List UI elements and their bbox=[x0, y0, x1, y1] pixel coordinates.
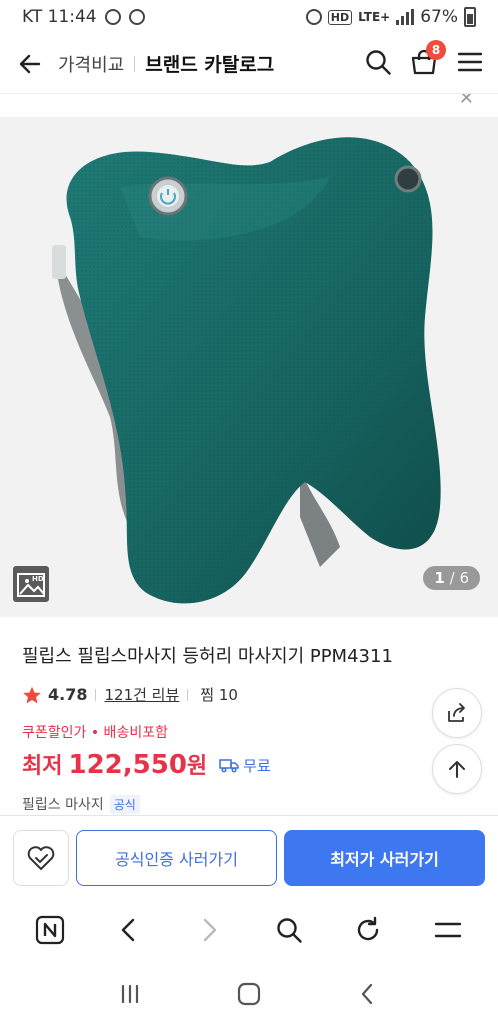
purchase-action-bar: 공식인증 사러가기 최저가 사러가기 bbox=[0, 815, 498, 897]
system-back-button[interactable] bbox=[348, 974, 388, 1014]
product-image-carousel[interactable]: HD 1 / 6 bbox=[0, 117, 498, 617]
rating-score: 4.78 bbox=[48, 685, 88, 704]
browser-back-button[interactable] bbox=[107, 908, 151, 952]
signal-icon bbox=[396, 9, 415, 25]
naver-home-button[interactable] bbox=[28, 908, 72, 952]
price-label: 최저 bbox=[22, 754, 63, 779]
system-nav-bar bbox=[0, 963, 498, 1024]
product-image bbox=[52, 137, 441, 604]
hd-image-icon: HD bbox=[17, 573, 45, 597]
shipping-fee: 무료 bbox=[243, 756, 271, 775]
store-name: 필립스 마사지 bbox=[22, 797, 104, 813]
network-type: LTE+ bbox=[358, 10, 391, 24]
back-chevron-icon bbox=[362, 983, 373, 1004]
heart-check-icon bbox=[27, 846, 55, 870]
home-button[interactable] bbox=[229, 974, 269, 1014]
recent-apps-button[interactable] bbox=[110, 974, 150, 1014]
refresh-icon bbox=[358, 916, 379, 941]
search-icon bbox=[366, 49, 391, 75]
wishlist-count: 찜 10 bbox=[200, 686, 238, 704]
status-bar: KT 11:44 HD LTE+ 67% bbox=[0, 0, 498, 34]
official-buy-button[interactable]: 공식인증 사러가기 bbox=[76, 830, 277, 886]
search-icon bbox=[277, 918, 302, 943]
cart-count-badge: 8 bbox=[426, 39, 446, 60]
lowest-price: 122,550 bbox=[68, 750, 187, 780]
recent-apps-icon bbox=[121, 984, 138, 1003]
browser-toolbar bbox=[0, 897, 498, 963]
image-pager: 1 / 6 bbox=[423, 566, 480, 590]
back-arrow-icon bbox=[19, 54, 41, 73]
browser-refresh-button[interactable] bbox=[346, 908, 390, 952]
price-compare-link[interactable]: 가격비교 bbox=[58, 51, 124, 77]
scroll-top-button[interactable] bbox=[432, 744, 482, 794]
timer-icon bbox=[128, 9, 145, 25]
share-button[interactable] bbox=[432, 688, 482, 738]
pager-total: / 6 bbox=[449, 569, 469, 587]
hamburger-menu-icon bbox=[434, 922, 462, 938]
back-button[interactable] bbox=[14, 48, 46, 80]
shipping-info: 무료 bbox=[219, 755, 271, 776]
cart-button[interactable]: 8 bbox=[410, 39, 446, 80]
svg-text:HD: HD bbox=[32, 575, 44, 583]
hamburger-menu-icon bbox=[457, 52, 483, 71]
battery-percent: 67% bbox=[420, 7, 458, 27]
browser-menu-button[interactable] bbox=[426, 908, 470, 952]
rating-divider bbox=[187, 688, 189, 701]
star-icon bbox=[23, 686, 41, 703]
page-title: 브랜드 카탈로그 bbox=[145, 54, 275, 76]
menu-button[interactable] bbox=[456, 48, 484, 80]
rating-row: 4.78 121건 리뷰 찜 10 bbox=[22, 684, 238, 705]
hd-image-badge[interactable]: HD bbox=[13, 566, 49, 602]
chevron-right-icon bbox=[203, 918, 217, 942]
product-name: 필립스 필립스마사지 등허리 마사지기 PPM4311 bbox=[22, 646, 393, 667]
store-info[interactable]: 필립스 마사지 공식 bbox=[22, 794, 140, 814]
alarm-icon bbox=[104, 9, 121, 25]
rating-divider bbox=[95, 688, 97, 701]
price-unit: 원 bbox=[186, 754, 208, 779]
carrier-time: KT 11:44 bbox=[22, 7, 97, 27]
chevron-left-icon bbox=[122, 918, 135, 942]
close-icon[interactable]: ✕ bbox=[459, 94, 474, 109]
coupon-info: 쿠폰할인가 • 배송비포함 bbox=[22, 725, 168, 741]
alarm-icon bbox=[305, 9, 322, 25]
browser-search-button[interactable] bbox=[267, 908, 311, 952]
price-row: 최저 122,550 원 무료 bbox=[22, 748, 271, 780]
official-store-badge: 공식 bbox=[109, 794, 140, 814]
truck-icon bbox=[219, 759, 239, 773]
pager-current: 1 bbox=[434, 569, 445, 587]
naver-n-icon bbox=[35, 915, 64, 945]
battery-icon bbox=[464, 7, 476, 27]
arrow-up-icon bbox=[449, 761, 465, 778]
home-icon bbox=[237, 982, 261, 1005]
header-divider bbox=[134, 55, 136, 72]
browser-forward-button[interactable] bbox=[187, 908, 231, 952]
search-button[interactable] bbox=[364, 48, 392, 80]
lowest-price-buy-button[interactable]: 최저가 사러가기 bbox=[284, 830, 485, 886]
app-header: 가격비교 브랜드 카탈로그 8 bbox=[0, 34, 498, 94]
share-icon bbox=[448, 703, 465, 722]
hd-voice-icon: HD bbox=[327, 9, 353, 25]
notice-banner: ✕ bbox=[0, 94, 498, 110]
review-count-link[interactable]: 121건 리뷰 bbox=[104, 684, 179, 705]
wishlist-button[interactable] bbox=[13, 830, 69, 886]
